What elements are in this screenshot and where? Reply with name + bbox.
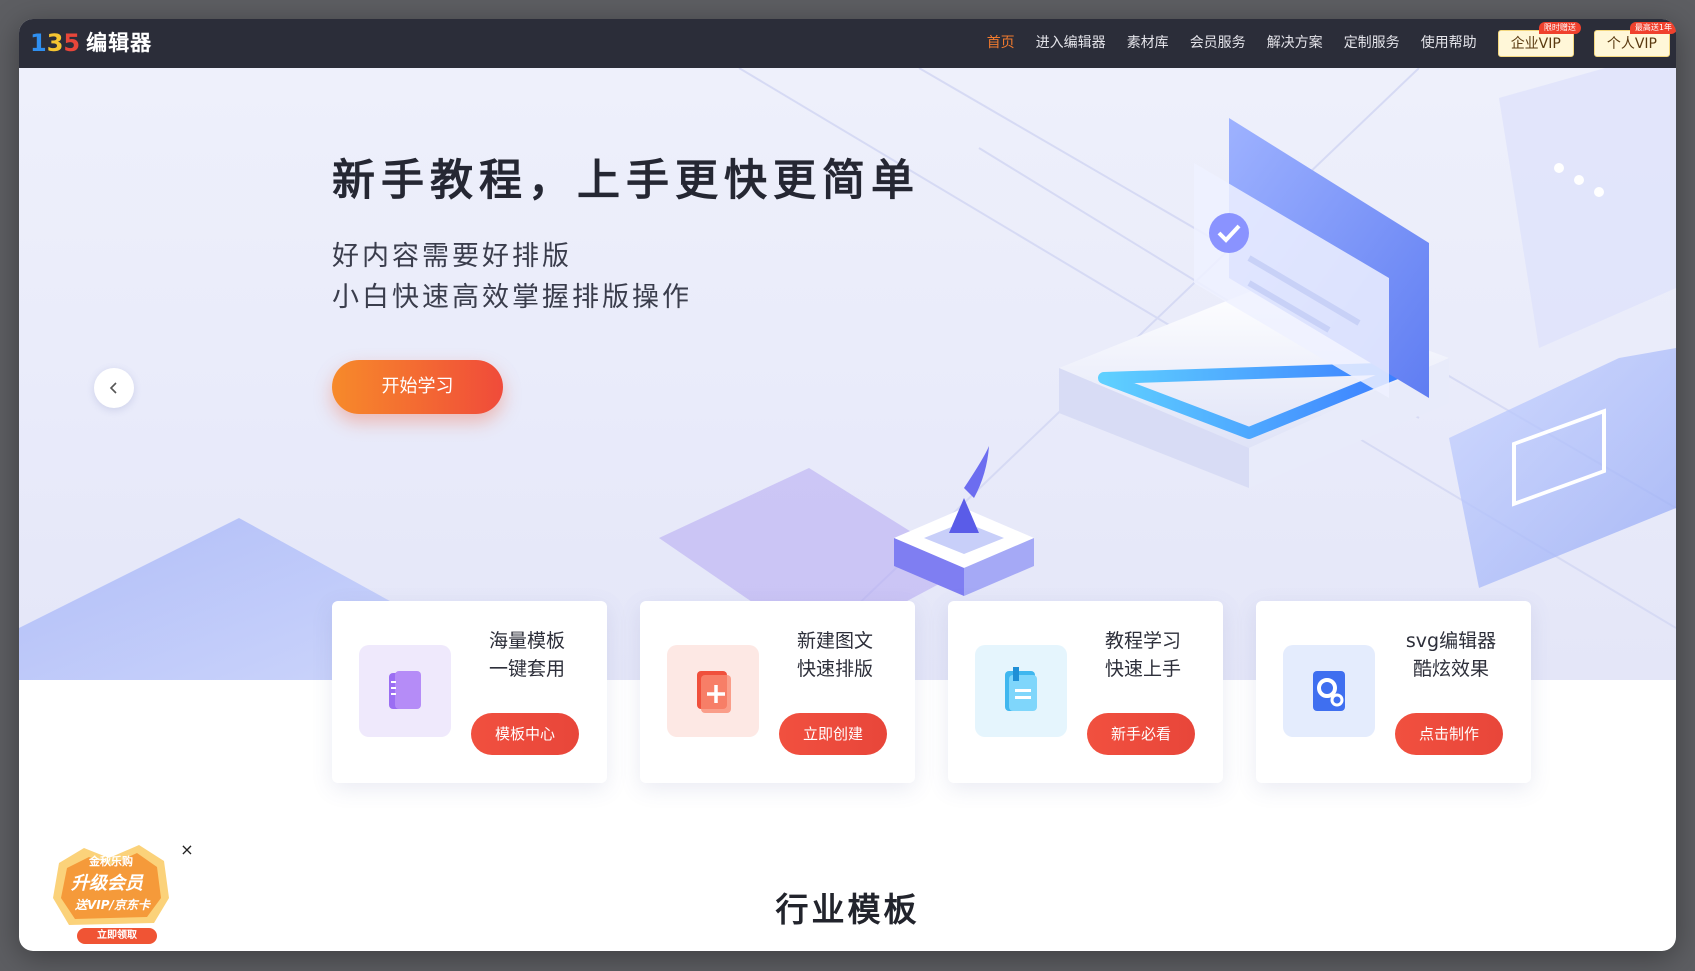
enterprise-vip-button[interactable]: 企业VIP 限时赠送 bbox=[1497, 22, 1581, 57]
promo-close-icon[interactable]: × bbox=[180, 842, 194, 858]
tutorial-notebook-icon bbox=[975, 645, 1067, 737]
feature-card-line: svg编辑器 bbox=[1405, 630, 1497, 652]
enterprise-vip-label: 企业VIP bbox=[1510, 36, 1561, 52]
nav-link-editor[interactable]: 进入编辑器 bbox=[1036, 19, 1106, 68]
feature-card-tutorial[interactable]: 教程学习 快速上手 新手必看 bbox=[948, 601, 1223, 783]
logo-mark-digit: 3 bbox=[46, 29, 64, 57]
nav-link-custom[interactable]: 定制服务 bbox=[1344, 19, 1400, 68]
logo-mark-digit: 1 bbox=[30, 29, 47, 57]
personal-vip-badge: 最高送1年 bbox=[1629, 22, 1676, 34]
carousel-prev-button[interactable] bbox=[94, 368, 134, 408]
template-book-icon bbox=[359, 645, 451, 737]
feature-card-line: 教程学习 bbox=[1104, 630, 1181, 652]
personal-vip-label: 个人VIP bbox=[1606, 36, 1657, 52]
feature-card-title: 新建图文 快速排版 bbox=[780, 627, 890, 683]
feature-card-svg-editor[interactable]: svg编辑器 酷炫效果 点击制作 bbox=[1256, 601, 1531, 783]
promo-line-3: 送VIP/京东卡 bbox=[75, 898, 150, 912]
nav-link-materials[interactable]: 素材库 bbox=[1127, 19, 1169, 68]
feature-card-line: 酷炫效果 bbox=[1412, 658, 1489, 680]
feature-cards: 海量模板 一键套用 模板中心 新建图文 快速排版 立即创建 教程学习 快速上手 … bbox=[332, 601, 1552, 783]
nav-link-solutions[interactable]: 解决方案 bbox=[1267, 19, 1323, 68]
feature-card-title: 教程学习 快速上手 bbox=[1088, 627, 1198, 683]
promo-line-2: 升级会员 bbox=[71, 873, 143, 894]
new-document-icon bbox=[667, 645, 759, 737]
feature-card-title: 海量模板 一键套用 bbox=[472, 627, 582, 683]
nav-link-home[interactable]: 首页 bbox=[987, 19, 1015, 68]
browser-window: 1 3 5 编辑器 首页 进入编辑器 素材库 会员服务 解决方案 定制服务 使用… bbox=[19, 19, 1676, 951]
promo-claim-button[interactable]: 立即领取 bbox=[77, 928, 157, 944]
logo-text: 编辑器 bbox=[86, 31, 153, 55]
promo-upgrade-badge[interactable]: 金秋乐购 升级会员 送VIP/京东卡 立即领取 bbox=[49, 843, 174, 944]
hero-subtitle-line: 好内容需要好排版 bbox=[332, 241, 572, 272]
svg-settings-icon bbox=[1283, 645, 1375, 737]
top-navigation-bar: 1 3 5 编辑器 首页 进入编辑器 素材库 会员服务 解决方案 定制服务 使用… bbox=[19, 19, 1676, 68]
feature-card-title: svg编辑器 酷炫效果 bbox=[1396, 627, 1506, 683]
create-now-button[interactable]: 立即创建 bbox=[779, 713, 887, 755]
hero-subtitle: 好内容需要好排版 小白快速高效掌握排版操作 bbox=[332, 236, 692, 318]
chevron-left-icon bbox=[109, 382, 117, 394]
hero-subtitle-line: 小白快速高效掌握排版操作 bbox=[332, 282, 692, 313]
nav-link-help[interactable]: 使用帮助 bbox=[1421, 19, 1477, 68]
feature-card-line: 快速排版 bbox=[796, 658, 873, 680]
feature-card-line: 一键套用 bbox=[488, 658, 565, 680]
hero-banner: 新手教程，上手更快更简单 好内容需要好排版 小白快速高效掌握排版操作 开始学习 bbox=[19, 68, 1676, 680]
template-center-button[interactable]: 模板中心 bbox=[471, 713, 579, 755]
feature-card-new-article[interactable]: 新建图文 快速排版 立即创建 bbox=[640, 601, 915, 783]
feature-card-line: 快速上手 bbox=[1104, 658, 1181, 680]
section-title-industry-templates: 行业模板 bbox=[775, 890, 920, 929]
promo-line-1: 金秋乐购 bbox=[89, 855, 133, 868]
feature-card-templates[interactable]: 海量模板 一键套用 模板中心 bbox=[332, 601, 607, 783]
beginner-guide-button[interactable]: 新手必看 bbox=[1087, 713, 1195, 755]
nav-link-membership[interactable]: 会员服务 bbox=[1190, 19, 1246, 68]
feature-card-line: 海量模板 bbox=[488, 630, 565, 652]
logo-mark-icon: 1 3 5 bbox=[30, 28, 80, 58]
feature-card-line: 新建图文 bbox=[796, 630, 873, 652]
hero-title: 新手教程，上手更快更简单 bbox=[332, 156, 920, 206]
start-learning-button[interactable]: 开始学习 bbox=[332, 360, 503, 414]
logo-mark-digit: 5 bbox=[63, 29, 81, 57]
personal-vip-button[interactable]: 个人VIP 最高送1年 bbox=[1593, 22, 1676, 57]
enterprise-vip-badge: 限时赠送 bbox=[1538, 22, 1581, 34]
make-now-button[interactable]: 点击制作 bbox=[1395, 713, 1503, 755]
site-logo[interactable]: 1 3 5 编辑器 bbox=[30, 28, 152, 58]
nav-links: 首页 进入编辑器 素材库 会员服务 解决方案 定制服务 使用帮助 企业VIP 限… bbox=[987, 19, 1676, 68]
